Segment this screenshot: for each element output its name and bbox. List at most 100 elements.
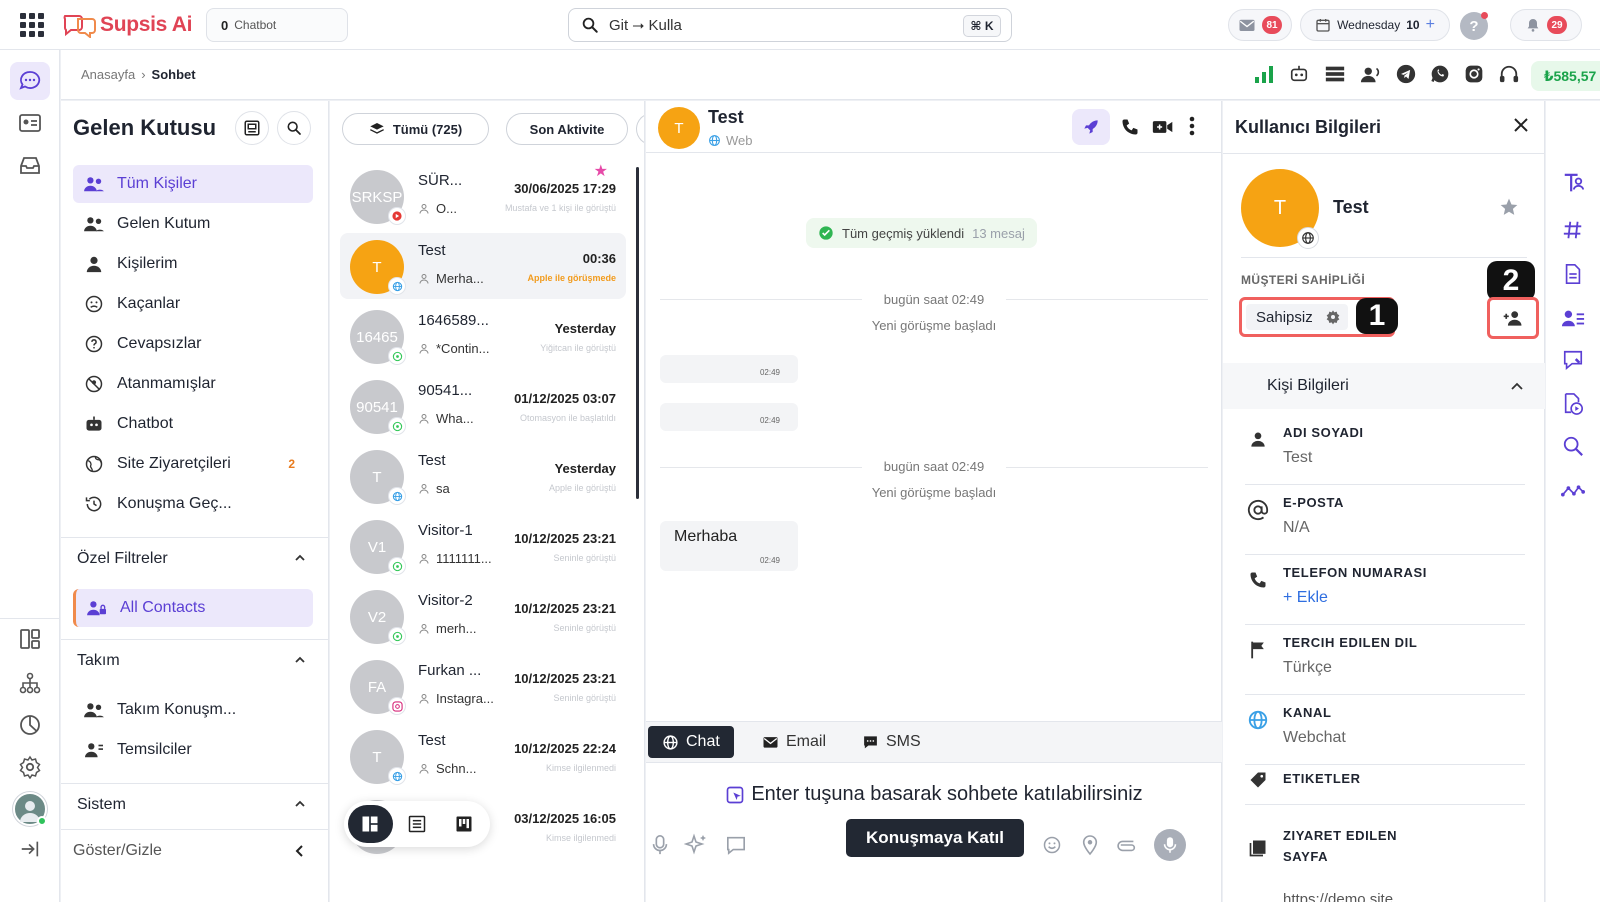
add-event-icon[interactable]: + [1426,16,1435,34]
rail-dashboard-button[interactable] [10,620,50,658]
field-value[interactable]: Test [1283,449,1312,467]
view-kanban-button[interactable] [441,805,486,843]
add-phone-link[interactable]: + Ekle [1283,589,1328,607]
field-value[interactable]: https://demo.site [1283,891,1393,902]
conversation-item[interactable]: T Test 10/12/2025 22:24 Schn... Kimse ilgile… [340,723,626,789]
video-call-button[interactable] [1152,117,1174,137]
bot-icon[interactable] [1288,64,1310,84]
view-list-button[interactable] [395,805,440,843]
sort-activity-button[interactable]: Son Aktivite [506,113,628,145]
whatsapp-icon[interactable] [1430,64,1450,84]
nav-unassigned[interactable]: Atanmamışlar [73,365,313,403]
close-panel-button[interactable] [1513,117,1529,133]
nav-my-inbox[interactable]: Gelen Kutum [73,205,313,243]
rail-reports-button[interactable] [10,706,50,744]
attachment-button[interactable] [1114,831,1142,859]
field-value[interactable]: N/A [1283,519,1310,537]
conversation-item[interactable]: FA Furkan ... 10/12/2025 23:21 Instagra... S… [340,653,626,719]
voice-input-button[interactable] [646,831,674,859]
rail-flow-button[interactable] [10,664,50,702]
conversation-item[interactable]: 90541 90541... 01/12/2025 03:07 Wha... Otoma… [340,373,626,439]
emoji-button[interactable] [1038,831,1066,859]
balance-badge[interactable]: ₺585,57 [1531,61,1600,91]
tool-document-button[interactable] [1558,259,1588,289]
rail-logout-button[interactable] [10,830,50,868]
assign-owner-button[interactable] [1487,297,1539,339]
tab-sms[interactable]: SMS [848,726,935,758]
conversation-item[interactable]: T Test 00:36 Merha... Apple ile görüşmede [340,233,626,299]
inbox-search-button[interactable] [277,111,311,145]
rail-settings-button[interactable] [10,748,50,786]
record-voice-button[interactable] [1154,829,1186,861]
filter-all-contacts[interactable]: All Contacts [73,589,313,627]
conversation-item[interactable]: SRKSP SÜR... 30/06/2025 17:29 O... Mustafa v… [340,163,626,229]
search-box[interactable]: ⌘ K [568,8,1012,42]
server-icon[interactable] [1324,64,1346,84]
canned-response-button[interactable] [722,831,750,859]
user-avatar[interactable] [13,792,47,826]
toggle-visibility[interactable]: Göster/Gizle [61,829,328,871]
workspace-selector[interactable]: 0 Chatbot [206,8,348,42]
rocket-button[interactable] [1072,109,1110,145]
tool-notes-button[interactable] [1558,345,1588,375]
nav-chatbot[interactable]: Chatbot [73,405,313,443]
tool-contact-details-button[interactable] [1558,303,1588,333]
tool-recordings-button[interactable] [1558,389,1588,419]
nav-team-conversations[interactable]: Takım Konuşm... [73,691,313,729]
contact-info-accordion[interactable]: Kişi Bilgileri [1223,363,1545,409]
conversation-item[interactable]: T Test Yesterday sa Apple ile görüştü [340,443,626,509]
favorite-star-icon[interactable] [1499,197,1519,217]
nav-missed[interactable]: Kaçanlar [73,285,313,323]
nav-site-visitors[interactable]: Site Ziyaretçileri 2 [73,445,313,483]
section-team[interactable]: Takım [61,639,328,681]
tab-email[interactable]: Email [748,726,840,758]
telegram-icon[interactable] [1396,64,1416,84]
section-special-filters[interactable]: Özel Filtreler [61,537,328,579]
nav-unanswered[interactable]: Cevapsızlar [73,325,313,363]
conversation-item[interactable]: V1 Visitor-1 10/12/2025 23:21 1111111... Sen… [340,513,626,579]
view-split-button[interactable] [348,805,393,843]
call-button[interactable] [1120,117,1140,137]
conversation-item[interactable]: 16465 1646589... Yesterday *Contin... Yiğitc… [340,303,626,369]
apps-grid-icon[interactable] [20,13,44,37]
filter-all-button[interactable]: Tümü (725) [342,113,489,145]
tool-search-button[interactable] [1558,431,1588,461]
conversation-preview: Instagra... [418,691,498,706]
tool-pin-button[interactable] [1558,169,1588,199]
search-input[interactable] [609,16,929,34]
globe-icon [663,734,678,750]
field-value[interactable]: Türkçe [1283,659,1332,677]
instagram-icon[interactable] [1464,64,1484,84]
more-options-button[interactable] [1188,115,1196,137]
chat-contact-name[interactable]: Test [708,107,744,128]
nav-conversation-history[interactable]: Konuşma Geç... [73,485,313,523]
filter-more-button[interactable] [636,113,644,145]
notifications-button[interactable]: 29 [1510,9,1582,41]
tab-chat[interactable]: Chat [648,726,734,758]
section-system[interactable]: Sistem [61,783,328,825]
date-button[interactable]: Wednesday 10 + [1300,9,1450,41]
rail-archive-button[interactable] [10,146,50,184]
tool-hashtag-button[interactable] [1558,215,1588,245]
rail-contacts-button[interactable] [10,104,50,142]
nav-agents[interactable]: Temsilciler [73,731,313,769]
nav-my-contacts[interactable]: Kişilerim [73,245,313,283]
signal-bars-icon[interactable] [1254,65,1274,83]
help-icon[interactable]: ? [1460,12,1488,40]
owner-selector[interactable]: Sahipsiz [1246,304,1348,330]
breadcrumb-home[interactable]: Anasayfa [81,67,135,82]
ai-assist-button[interactable] [682,831,710,859]
headset-icon[interactable] [1498,64,1520,84]
rail-chat-button[interactable] [10,62,50,100]
join-conversation-button[interactable]: Konuşmaya Katıl [846,819,1024,857]
tool-journey-button[interactable] [1558,475,1588,505]
nav-all-contacts[interactable]: Tüm Kişiler [73,165,313,203]
agents-icon[interactable] [1360,64,1382,84]
conversation-item[interactable]: V2 Visitor-2 10/12/2025 23:21 merh... Seninl… [340,583,626,649]
location-button[interactable] [1076,831,1104,859]
mail-button[interactable]: 81 [1228,9,1292,41]
tool-rail [1546,101,1600,902]
list-scrollbar[interactable] [636,167,639,499]
inbox-layout-button[interactable] [235,111,269,145]
field-tags[interactable]: ETIKETLER [1245,765,1525,805]
